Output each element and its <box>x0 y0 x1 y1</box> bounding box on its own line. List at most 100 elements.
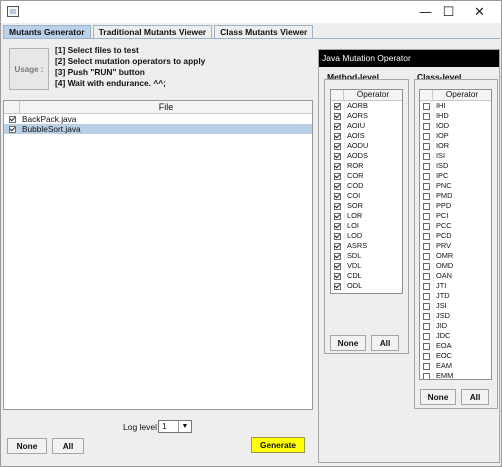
class-operator-checkbox[interactable] <box>423 282 430 290</box>
method-operator-row[interactable]: AORS <box>331 111 402 121</box>
class-operator-row[interactable]: IOD <box>420 121 491 131</box>
class-operator-row[interactable]: PCC <box>420 221 491 231</box>
class-operator-row[interactable]: EAM <box>420 361 491 371</box>
class-operator-checkbox[interactable] <box>423 352 430 360</box>
method-operator-checkbox[interactable] <box>334 272 341 280</box>
class-operator-checkbox[interactable] <box>423 182 430 190</box>
class-operator-check-cell[interactable] <box>420 262 433 270</box>
class-operator-row[interactable]: PNC <box>420 181 491 191</box>
class-operator-checkbox[interactable] <box>423 172 430 180</box>
method-operator-checkbox[interactable] <box>334 222 341 230</box>
class-operator-row[interactable]: ISD <box>420 161 491 171</box>
class-operator-checkbox[interactable] <box>423 372 430 379</box>
method-operator-row[interactable]: LOD <box>331 231 402 241</box>
method-operator-checkbox[interactable] <box>334 142 341 150</box>
class-operator-row[interactable]: JTD <box>420 291 491 301</box>
class-operator-check-cell[interactable] <box>420 292 433 300</box>
method-operator-check-cell[interactable] <box>331 222 344 230</box>
class-operator-row[interactable]: PPD <box>420 201 491 211</box>
tab-traditional-mutants-viewer[interactable]: Traditional Mutants Viewer <box>92 25 213 39</box>
method-operator-check-cell[interactable] <box>331 202 344 210</box>
method-operator-check-cell[interactable] <box>331 242 344 250</box>
class-operator-check-cell[interactable] <box>420 312 433 320</box>
class-operator-check-cell[interactable] <box>420 132 433 140</box>
class-operator-row[interactable]: PMD <box>420 191 491 201</box>
class-all-button[interactable]: All <box>461 389 489 405</box>
method-operator-check-cell[interactable] <box>331 192 344 200</box>
class-operator-checkbox[interactable] <box>423 152 430 160</box>
method-operator-row[interactable]: COR <box>331 171 402 181</box>
class-operator-check-cell[interactable] <box>420 112 433 120</box>
method-operator-checkbox[interactable] <box>334 102 341 110</box>
close-button[interactable]: ✕ <box>457 1 502 23</box>
class-none-button[interactable]: None <box>420 389 456 405</box>
class-operator-row[interactable]: PCI <box>420 211 491 221</box>
method-operator-row[interactable]: LOR <box>331 211 402 221</box>
method-operator-check-cell[interactable] <box>331 172 344 180</box>
method-operator-checkbox[interactable] <box>334 282 341 290</box>
file-check-cell[interactable] <box>4 114 20 124</box>
class-operator-checkbox[interactable] <box>423 272 430 280</box>
method-operator-row[interactable]: ODL <box>331 281 402 291</box>
method-operator-row[interactable]: AORB <box>331 101 402 111</box>
class-operator-row[interactable]: OMD <box>420 261 491 271</box>
method-operator-checkbox[interactable] <box>334 192 341 200</box>
method-operator-check-cell[interactable] <box>331 252 344 260</box>
method-operator-row[interactable]: AODU <box>331 141 402 151</box>
class-operator-row[interactable]: IOP <box>420 131 491 141</box>
method-operator-checkbox[interactable] <box>334 232 341 240</box>
method-operator-check-cell[interactable] <box>331 282 344 290</box>
log-level-select[interactable]: 1 ▼ <box>158 420 192 433</box>
class-operator-checkbox[interactable] <box>423 252 430 260</box>
class-operator-check-cell[interactable] <box>420 372 433 379</box>
class-operator-checkbox[interactable] <box>423 112 430 120</box>
class-operator-checkbox[interactable] <box>423 342 430 350</box>
class-operator-row[interactable]: OMR <box>420 251 491 261</box>
generate-button[interactable]: Generate <box>251 437 305 453</box>
class-operator-check-cell[interactable] <box>420 152 433 160</box>
class-operator-check-cell[interactable] <box>420 172 433 180</box>
class-operator-check-cell[interactable] <box>420 332 433 340</box>
method-operator-check-cell[interactable] <box>331 232 344 240</box>
class-operator-row[interactable]: JDC <box>420 331 491 341</box>
method-operator-checkbox[interactable] <box>334 262 341 270</box>
class-operator-check-cell[interactable] <box>420 302 433 310</box>
file-checkbox[interactable] <box>8 125 16 133</box>
class-operator-checkbox[interactable] <box>423 292 430 300</box>
class-operator-check-cell[interactable] <box>420 252 433 260</box>
class-operator-checkbox[interactable] <box>423 142 430 150</box>
class-operator-check-cell[interactable] <box>420 282 433 290</box>
class-operator-row[interactable]: EOC <box>420 351 491 361</box>
method-operator-checkbox[interactable] <box>334 132 341 140</box>
class-operator-row[interactable]: EMM <box>420 371 491 379</box>
class-operator-checkbox[interactable] <box>423 122 430 130</box>
class-operator-check-cell[interactable] <box>420 162 433 170</box>
class-operator-row[interactable]: IPC <box>420 171 491 181</box>
left-none-button[interactable]: None <box>7 438 47 454</box>
method-all-button[interactable]: All <box>371 335 399 351</box>
method-operator-row[interactable]: AOIU <box>331 121 402 131</box>
method-none-button[interactable]: None <box>330 335 366 351</box>
class-operator-checkbox[interactable] <box>423 102 430 110</box>
class-operator-row[interactable]: EOA <box>420 341 491 351</box>
method-operator-row[interactable]: SOR <box>331 201 402 211</box>
method-operator-check-cell[interactable] <box>331 142 344 150</box>
class-operator-row[interactable]: JSD <box>420 311 491 321</box>
method-operator-checkbox[interactable] <box>334 212 341 220</box>
class-operator-checkbox[interactable] <box>423 202 430 210</box>
class-operator-row[interactable]: JID <box>420 321 491 331</box>
left-all-button[interactable]: All <box>52 438 84 454</box>
method-operator-checkbox[interactable] <box>334 202 341 210</box>
class-operator-row[interactable]: ISI <box>420 151 491 161</box>
tab-mutants-generator[interactable]: Mutants Generator <box>3 25 91 39</box>
class-operator-row[interactable]: PCD <box>420 231 491 241</box>
file-checkbox[interactable] <box>8 115 16 123</box>
class-operator-checkbox[interactable] <box>423 302 430 310</box>
class-operator-check-cell[interactable] <box>420 212 433 220</box>
class-operator-check-cell[interactable] <box>420 142 433 150</box>
method-operator-check-cell[interactable] <box>331 102 344 110</box>
method-operator-row[interactable]: AODS <box>331 151 402 161</box>
class-operator-checkbox[interactable] <box>423 312 430 320</box>
class-operator-row[interactable]: PRV <box>420 241 491 251</box>
class-operator-check-cell[interactable] <box>420 232 433 240</box>
